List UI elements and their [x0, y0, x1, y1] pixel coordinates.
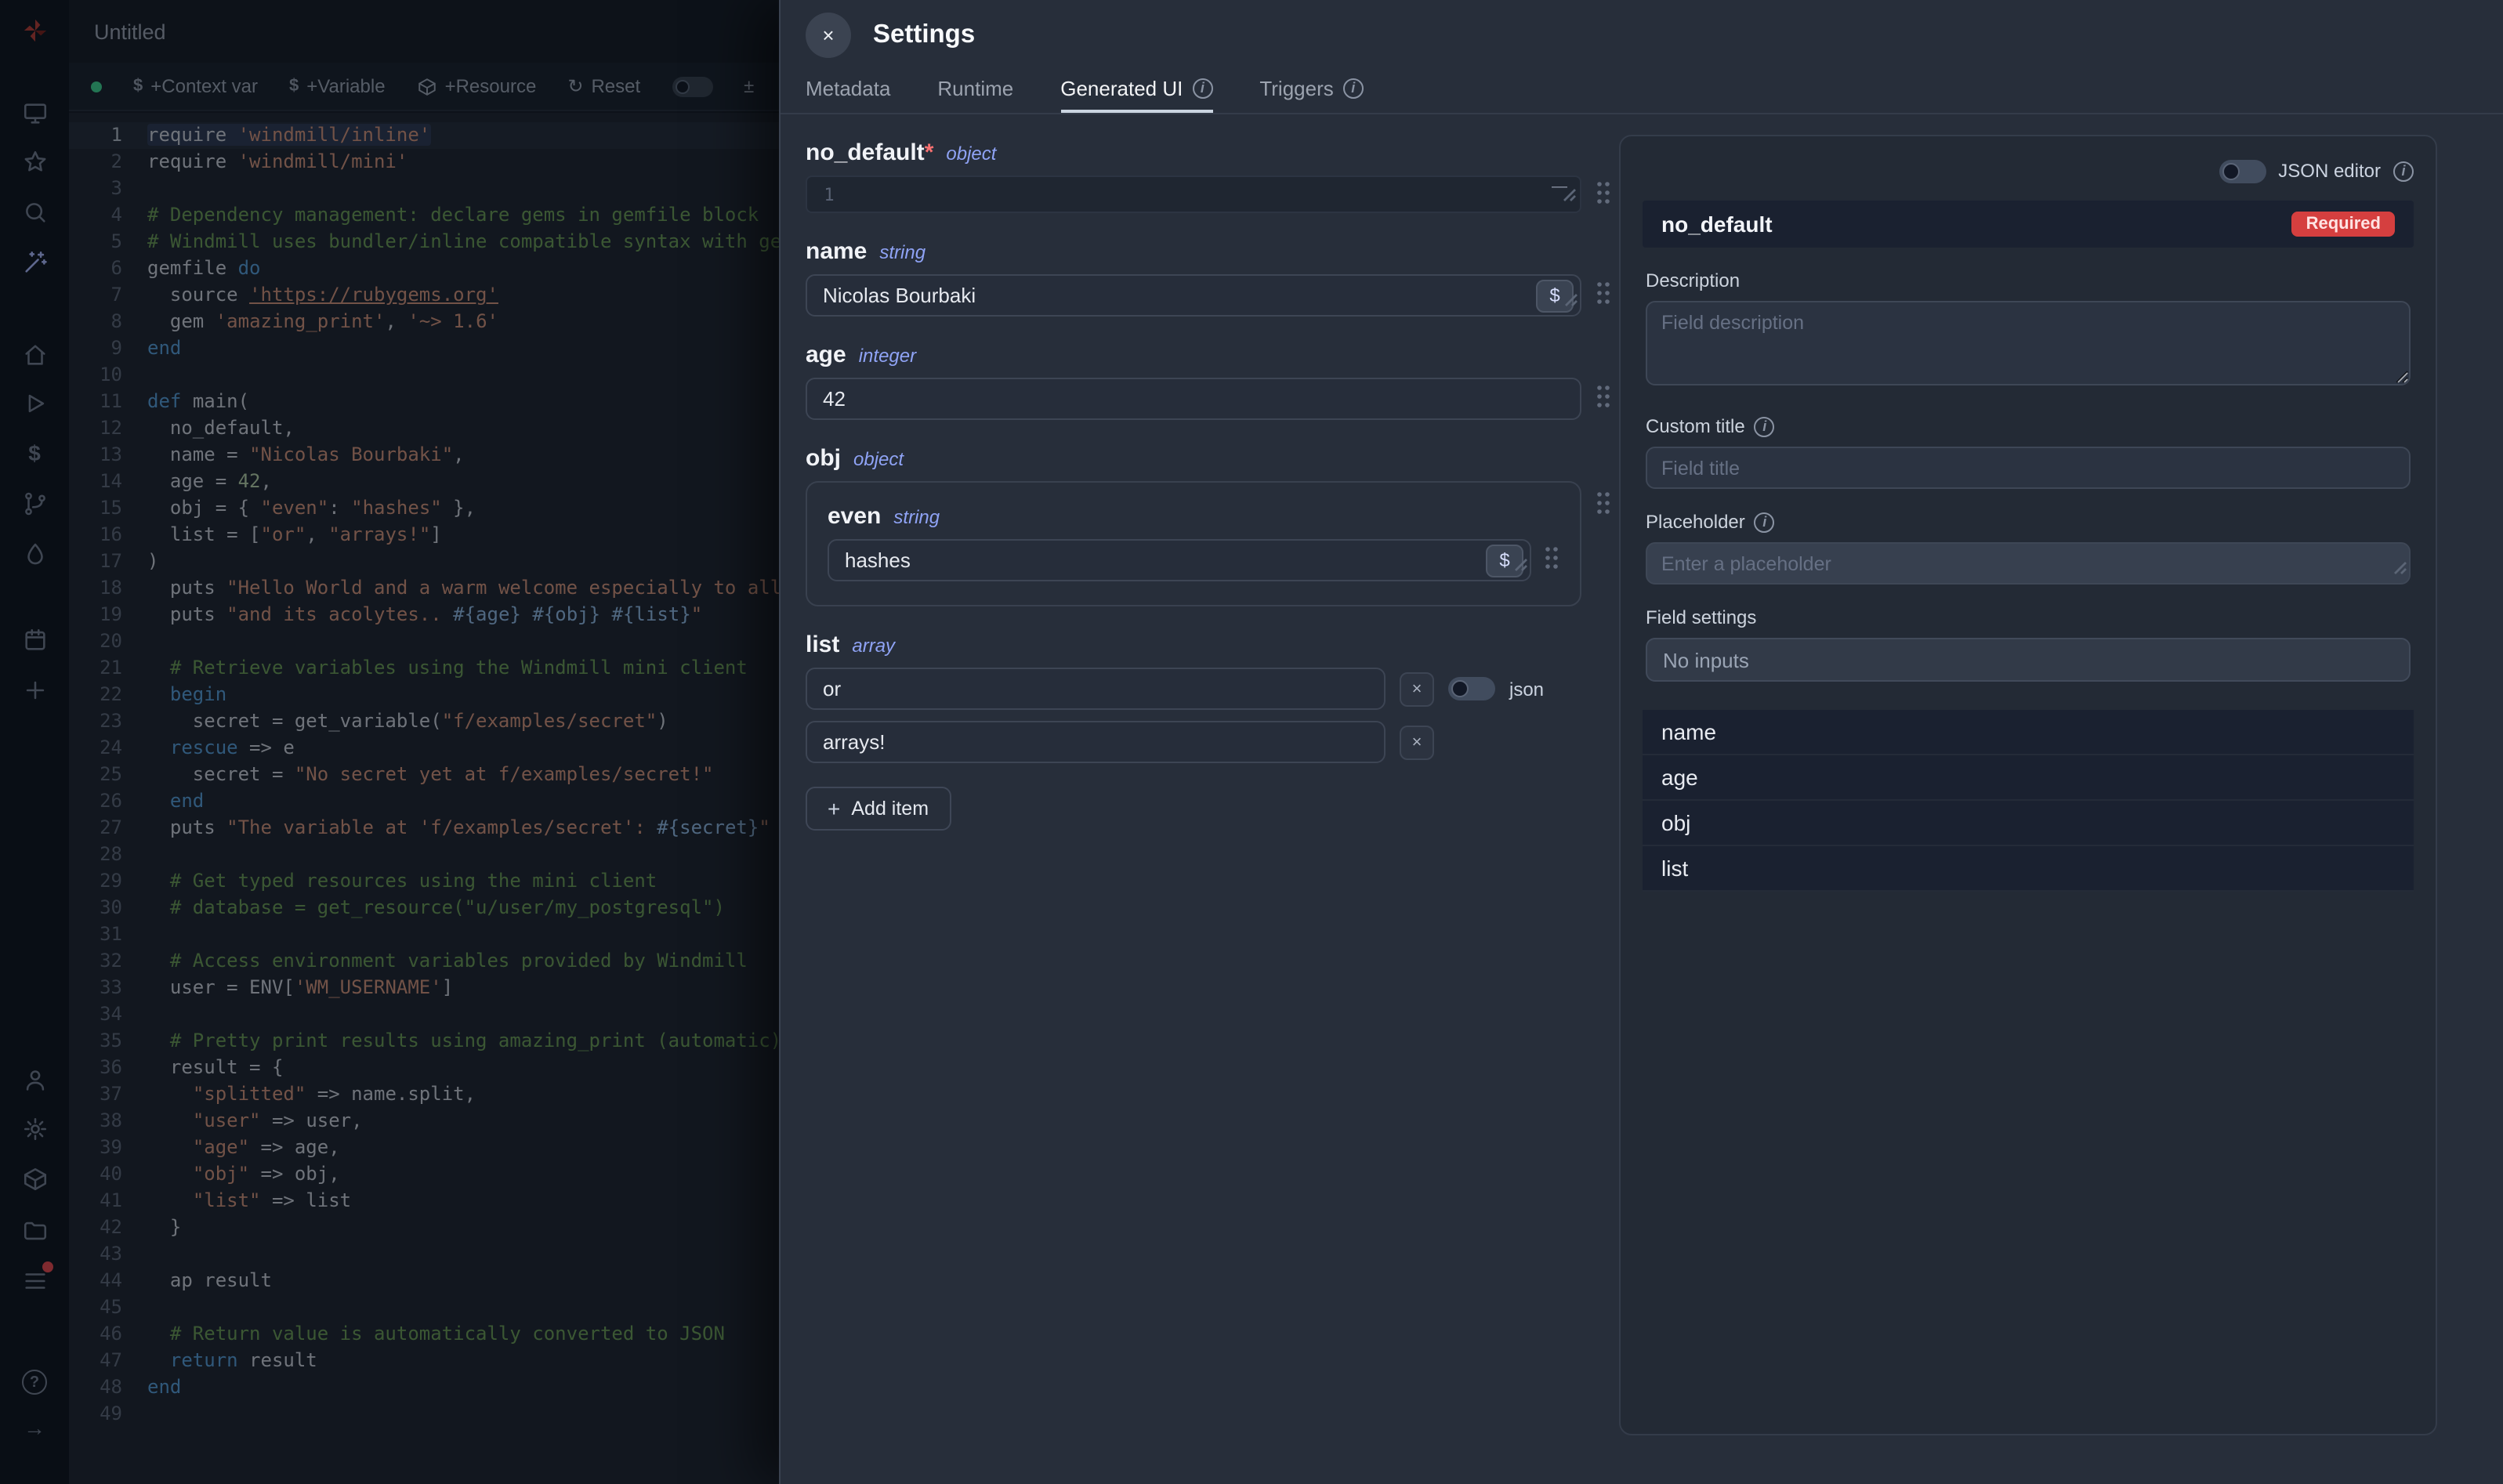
- drag-handle[interactable]: [1596, 281, 1611, 313]
- field-settings-label: Field settings: [1646, 606, 2411, 628]
- field-name: name string $: [806, 238, 1636, 317]
- info-icon: i: [1343, 78, 1364, 98]
- field-settings-select[interactable]: No inputs: [1646, 638, 2411, 682]
- property-rows: name age obj list: [1643, 710, 2414, 892]
- info-icon: i: [1192, 78, 1212, 98]
- property-row-list[interactable]: list: [1643, 846, 2414, 892]
- settings-modal: × Settings Metadata Runtime Generated UI…: [779, 0, 2503, 1484]
- list-item-input-0[interactable]: [806, 668, 1386, 710]
- custom-title-group: Custom title i: [1646, 415, 2411, 489]
- placeholder-group: Placeholder i: [1646, 511, 2411, 585]
- list-item-input-1[interactable]: [806, 721, 1386, 763]
- no-default-object-editor[interactable]: 1 —: [806, 176, 1581, 213]
- property-row-no_default[interactable]: no_default Required: [1643, 201, 2414, 248]
- json-toggle-label: json: [1509, 678, 1544, 700]
- add-item-button[interactable]: + Add item: [806, 787, 951, 831]
- plus-icon: +: [828, 798, 840, 820]
- field-settings-group: Field settings No inputs: [1646, 606, 2411, 682]
- description-group: Description: [1646, 270, 2411, 393]
- editor-line-number: 1: [807, 184, 851, 205]
- field-no_default: no_default* object 1 —: [806, 139, 1636, 213]
- close-icon[interactable]: ×: [806, 12, 851, 57]
- drag-handle[interactable]: [1596, 179, 1611, 212]
- field-type: integer: [859, 345, 916, 367]
- tab-runtime[interactable]: Runtime: [937, 69, 1013, 113]
- field-label: no_default*: [806, 139, 933, 166]
- resize-grip[interactable]: [1514, 552, 1528, 580]
- drag-handle[interactable]: [1544, 545, 1559, 578]
- field-type: object: [946, 143, 996, 165]
- field-type: object: [853, 448, 904, 470]
- placeholder-input[interactable]: [1646, 542, 2411, 585]
- obj-nested-fields: even string $: [806, 481, 1581, 606]
- modal-body: no_default* object 1 —: [781, 114, 2503, 1484]
- property-row-age[interactable]: age: [1643, 755, 2414, 801]
- modal-header: × Settings: [781, 0, 2503, 69]
- modal-title: Settings: [873, 20, 975, 49]
- field-type: string: [893, 506, 940, 528]
- field-type: string: [879, 241, 925, 263]
- field-label: age: [806, 342, 846, 368]
- description-label: Description: [1646, 270, 2411, 291]
- json-toggle[interactable]: [1448, 677, 1495, 700]
- even-input[interactable]: [828, 539, 1531, 581]
- field-label: list: [806, 632, 839, 658]
- drag-handle[interactable]: [1596, 384, 1611, 417]
- schema-properties-panel: JSON editor i no_default Required Descri…: [1619, 135, 2437, 1435]
- property-row-name[interactable]: name: [1643, 710, 2414, 755]
- drag-handle[interactable]: [1596, 490, 1611, 523]
- info-icon: i: [2393, 161, 2414, 181]
- required-asterisk: *: [925, 139, 934, 166]
- info-icon: i: [1755, 416, 1775, 436]
- required-badge: Required: [2292, 212, 2395, 237]
- property-row-obj[interactable]: obj: [1643, 801, 2414, 846]
- info-icon: i: [1755, 512, 1775, 532]
- age-input[interactable]: [806, 378, 1581, 420]
- settings-tabs: Metadata Runtime Generated UI i Triggers…: [781, 69, 2503, 114]
- field-list: list array × json × + A: [806, 632, 1636, 831]
- field-label: even: [828, 503, 881, 530]
- tab-metadata[interactable]: Metadata: [806, 69, 890, 113]
- custom-title-label: Custom title i: [1646, 415, 2411, 437]
- placeholder-label: Placeholder i: [1646, 511, 2411, 533]
- json-editor-row: JSON editor i: [1643, 154, 2414, 188]
- field-obj: obj object even string: [806, 445, 1636, 606]
- json-editor-toggle[interactable]: [2219, 159, 2266, 183]
- remove-item-icon[interactable]: ×: [1400, 671, 1434, 706]
- description-input[interactable]: [1646, 301, 2411, 385]
- field-age: age integer: [806, 342, 1636, 420]
- field-label: name: [806, 238, 867, 265]
- field-type: array: [852, 635, 895, 657]
- json-editor-label: JSON editor: [2278, 160, 2381, 182]
- name-input[interactable]: [806, 274, 1581, 317]
- tab-triggers[interactable]: Triggers i: [1259, 69, 1363, 113]
- app-window: $ ? →: [0, 0, 2503, 1484]
- custom-title-input[interactable]: [1646, 447, 2411, 489]
- resize-grip[interactable]: [1563, 182, 1577, 210]
- generated-ui-fields: no_default* object 1 —: [806, 139, 1636, 856]
- remove-item-icon[interactable]: ×: [1400, 725, 1434, 759]
- field-label: obj: [806, 445, 841, 472]
- resize-grip[interactable]: [2393, 555, 2407, 583]
- tab-generated-ui[interactable]: Generated UI i: [1060, 69, 1212, 113]
- resize-grip[interactable]: [1564, 287, 1578, 315]
